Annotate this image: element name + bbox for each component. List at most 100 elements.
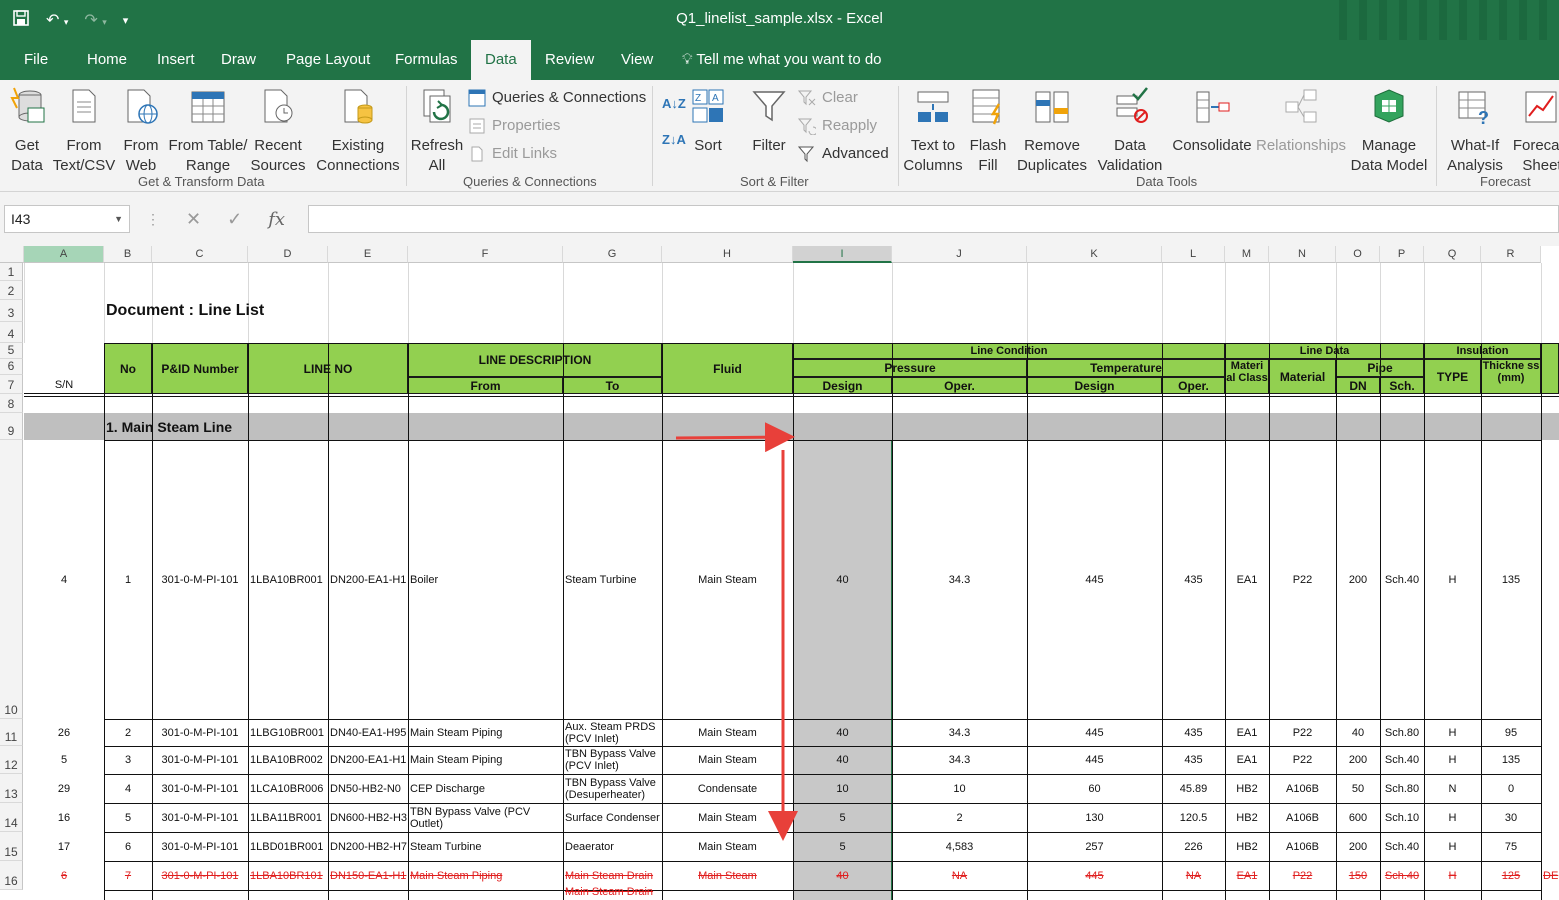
column-header-k[interactable]: K <box>1027 246 1162 263</box>
properties-button[interactable]: Properties <box>468 114 560 138</box>
table-cell: 200 <box>1348 754 1368 766</box>
row-header-6[interactable]: 6 <box>0 359 23 375</box>
column-header-q[interactable]: Q <box>1424 246 1481 263</box>
remove-duplicates-button[interactable]: Remove Duplicates <box>1012 80 1092 176</box>
table-cell: 1LCA10BR006 <box>250 782 324 795</box>
recent-sources-button[interactable]: Recent Sources <box>250 80 306 176</box>
column-header-j[interactable]: J <box>892 246 1027 263</box>
column-header-m[interactable]: M <box>1225 246 1269 263</box>
row-header-7[interactable]: 7 <box>0 375 23 394</box>
tab-review[interactable]: Review <box>531 40 608 80</box>
table-cell: Steam Turbine <box>565 573 637 586</box>
table-cell: H <box>1448 869 1457 882</box>
table-cell: 2 <box>124 726 132 739</box>
tab-view[interactable]: View <box>607 40 667 80</box>
enter-icon[interactable]: ✓ <box>227 209 242 230</box>
tab-file[interactable]: File <box>10 40 62 80</box>
cancel-icon[interactable]: ✕ <box>186 209 201 230</box>
sort-z-a-button[interactable]: Z↓A <box>662 128 686 152</box>
row-header-11[interactable]: 11 <box>0 719 23 746</box>
column-header-p[interactable]: P <box>1380 246 1424 263</box>
row-header-16[interactable]: 16 <box>0 861 23 890</box>
column-header-c[interactable]: C <box>152 246 248 263</box>
row-header-8[interactable]: 8 <box>0 394 23 413</box>
column-header-l[interactable]: L <box>1162 246 1225 263</box>
filter-button[interactable]: Filter <box>746 80 792 156</box>
from-table-range-button[interactable]: From Table/ Range <box>166 80 250 176</box>
row-header-5[interactable]: 5 <box>0 343 23 359</box>
column-header-n[interactable]: N <box>1269 246 1336 263</box>
column-border <box>1162 343 1163 900</box>
select-all-corner[interactable] <box>0 246 24 263</box>
text-to-columns-button[interactable]: Text to Columns <box>902 80 964 176</box>
row-header-12[interactable]: 12 <box>0 746 23 774</box>
from-text-csv-button[interactable]: From Text/CSV <box>52 80 116 176</box>
title-bar: ↶ ▾ ↷ ▾ ▾ Q1_linelist_sample.xlsx - Exce… <box>0 0 1559 48</box>
table-cell: 45.89 <box>1179 782 1208 795</box>
refresh-all-button[interactable]: Refresh All <box>410 80 464 176</box>
table-cell: 301-0-M-PI-101 <box>161 840 239 853</box>
table-cell: 26 <box>57 726 71 739</box>
manage-data-model-button[interactable]: Manage Data Model <box>1344 80 1434 176</box>
column-header-i[interactable]: I <box>793 246 892 263</box>
row-header-2[interactable]: 2 <box>0 281 23 300</box>
sort-a-z-button[interactable]: A↓Z <box>662 92 686 116</box>
row-header-15[interactable]: 15 <box>0 832 23 861</box>
column-header-e[interactable]: E <box>328 246 408 263</box>
clear-filter-button[interactable]: Clear <box>798 86 858 110</box>
name-box-value: I43 <box>11 211 31 227</box>
more-options-icon[interactable]: ⋮ <box>146 211 160 228</box>
what-if-analysis-button[interactable]: ? What-If Analysis <box>1440 80 1510 176</box>
name-box[interactable]: I43 ▼ <box>4 205 130 233</box>
formula-input[interactable] <box>308 205 1559 233</box>
relationships-icon <box>1285 89 1317 123</box>
consolidate-button[interactable]: Consolidate <box>1170 80 1254 156</box>
column-header-g[interactable]: G <box>563 246 662 263</box>
table-cell: Main Steam <box>698 869 757 882</box>
tab-draw[interactable]: Draw <box>207 40 270 80</box>
column-border <box>1225 343 1226 900</box>
from-web-button[interactable]: From Web <box>118 80 164 176</box>
table-cell: NA <box>1185 869 1202 882</box>
tab-home[interactable]: Home <box>73 40 141 80</box>
row-header-9[interactable]: 9 <box>0 413 23 440</box>
table-cell: DN150-EA1-H1 <box>330 869 407 882</box>
reapply-button[interactable]: Reapply <box>798 114 877 138</box>
column-header-b[interactable]: B <box>104 246 152 263</box>
row-header-3[interactable]: 3 <box>0 300 23 322</box>
row-header-1[interactable]: 1 <box>0 263 23 281</box>
column-header-f[interactable]: F <box>408 246 563 263</box>
sort-button[interactable]: ZA Sort <box>688 80 728 156</box>
tab-insert[interactable]: Insert <box>143 40 209 80</box>
queries-connections-button[interactable]: Queries & Connections <box>468 86 646 110</box>
column-header-h[interactable]: H <box>662 246 793 263</box>
forecast-sheet-button[interactable]: Forecast Sheet <box>1512 80 1559 176</box>
tell-me-box[interactable]: 💡︎ Tell me what you want to do <box>682 40 882 80</box>
existing-connections-button[interactable]: Existing Connections <box>314 80 402 176</box>
row-header-13[interactable]: 13 <box>0 774 23 803</box>
insert-function-icon[interactable]: fx <box>268 209 285 230</box>
advanced-filter-button[interactable]: Advanced <box>798 142 889 166</box>
table-cell: 40 <box>836 869 849 882</box>
get-data-button[interactable]: Get Data <box>2 80 52 176</box>
column-header-a[interactable]: A <box>24 246 104 263</box>
row-header-14[interactable]: 14 <box>0 803 23 832</box>
relationships-button[interactable]: Relationships <box>1256 80 1346 156</box>
tab-data[interactable]: Data <box>471 40 531 80</box>
chevron-down-icon[interactable]: ▼ <box>114 206 123 232</box>
flash-fill-button[interactable]: Flash Fill <box>966 80 1010 176</box>
row-header-10[interactable]: 10 <box>0 440 23 719</box>
row-header-4[interactable]: 4 <box>0 322 23 343</box>
tab-page-layout[interactable]: Page Layout <box>272 40 384 80</box>
table-cell: 50 <box>1351 782 1365 795</box>
data-validation-button[interactable]: Data Validation <box>1090 80 1170 176</box>
grid-line <box>408 263 409 343</box>
table-cell: 30 <box>1504 811 1518 824</box>
consolidate-icon <box>1196 91 1230 123</box>
table-cell: 1LBA10BR101 <box>250 869 323 882</box>
edit-links-button[interactable]: Edit Links <box>468 142 557 166</box>
column-header-d[interactable]: D <box>248 246 328 263</box>
column-header-o[interactable]: O <box>1336 246 1380 263</box>
column-header-r[interactable]: R <box>1481 246 1541 263</box>
tab-formulas[interactable]: Formulas <box>381 40 472 80</box>
